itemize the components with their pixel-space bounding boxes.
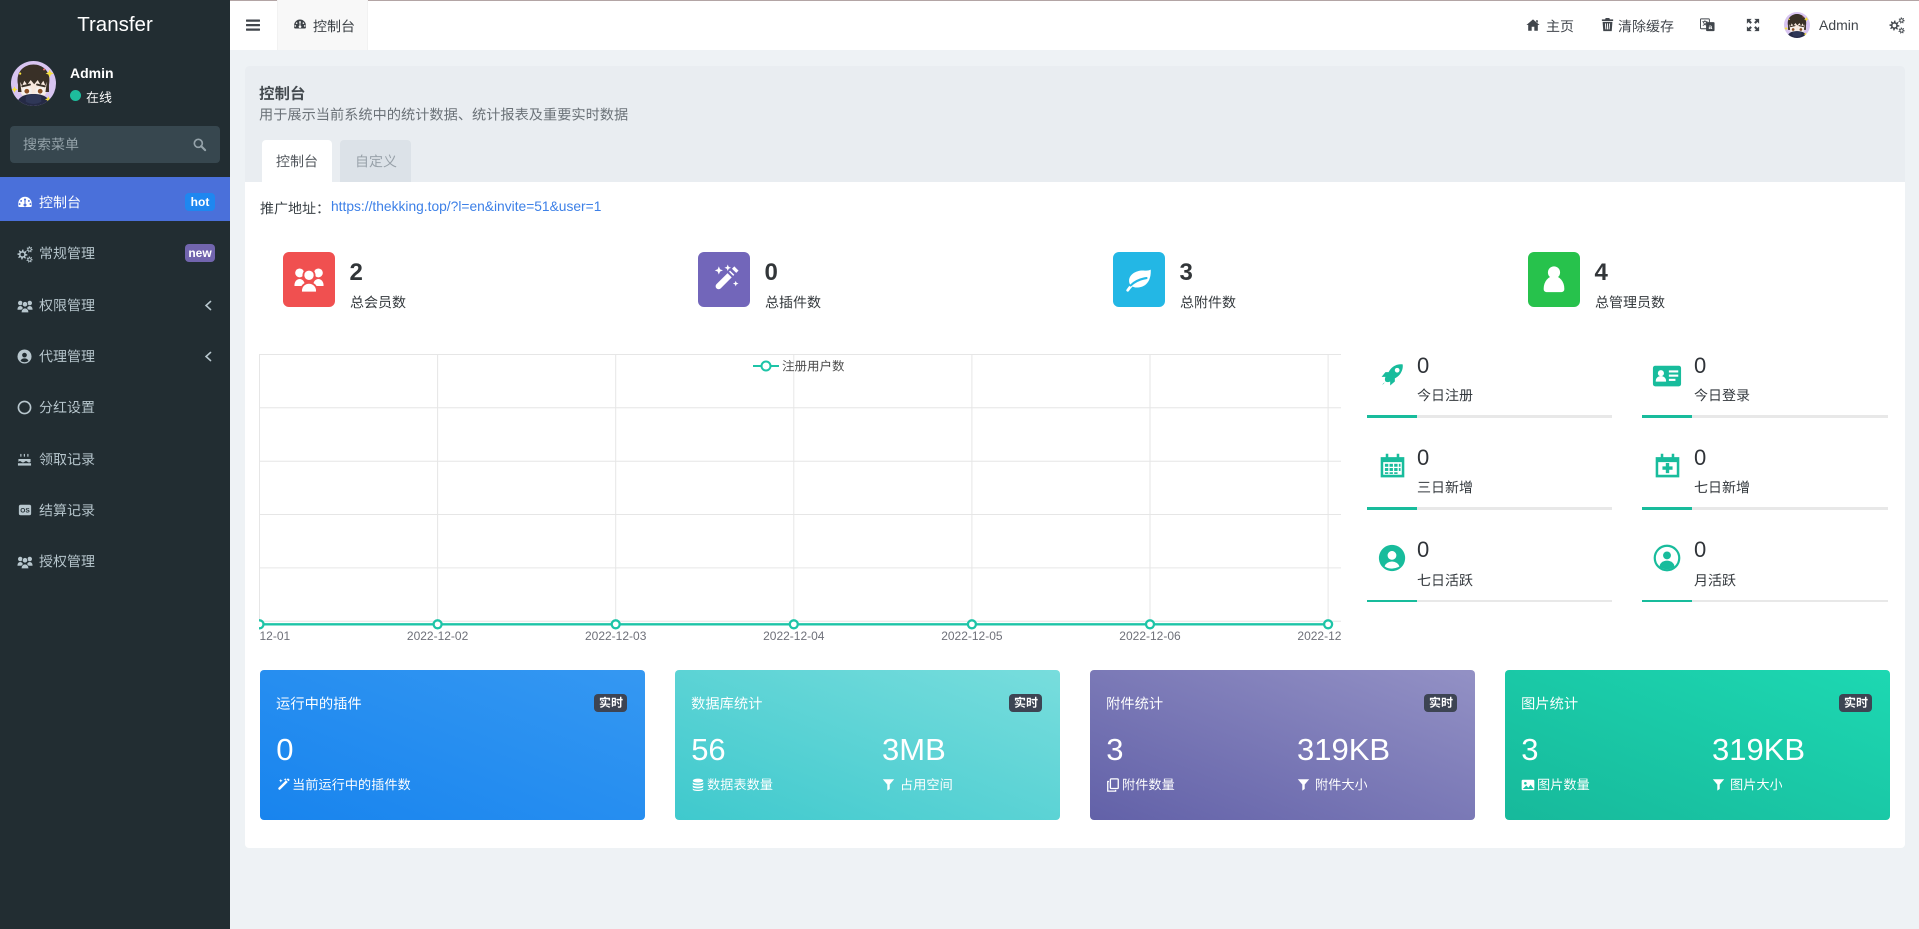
svg-text:OS: OS: [20, 507, 30, 514]
svg-text:a: a: [1708, 24, 1712, 31]
